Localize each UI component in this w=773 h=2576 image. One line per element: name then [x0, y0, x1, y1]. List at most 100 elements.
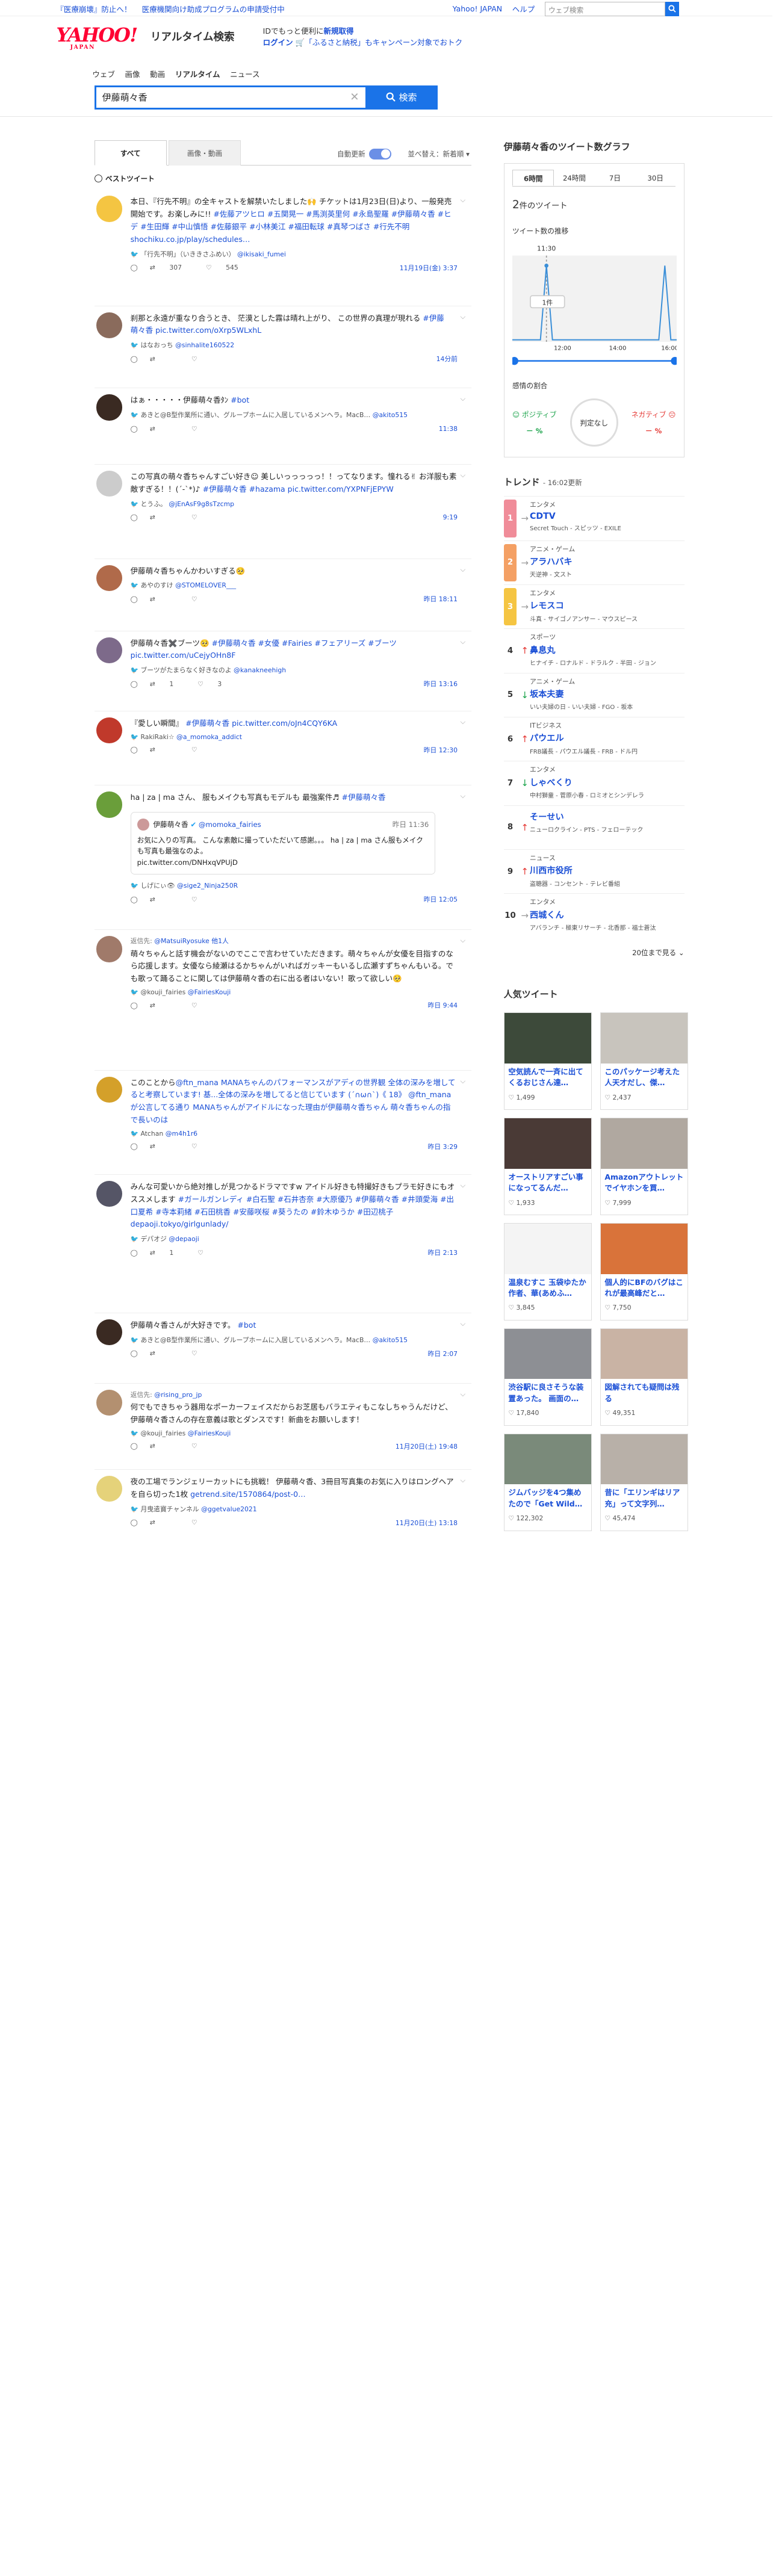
tweet-time[interactable]: 14分前 — [436, 354, 458, 364]
trend-item[interactable]: 3 → エンタメ レモスコ 斗真 - サイゴノアンサー - マウスピース — [503, 584, 685, 628]
retweet-button[interactable]: ⇄ — [150, 746, 179, 754]
like-button[interactable]: ♡ — [191, 1142, 222, 1150]
like-button[interactable]: ♡ — [191, 896, 222, 903]
trend-item[interactable]: 4 ↑ スポーツ 鼻息丸 ヒナイチ - ロナルド - ドラルク - 半田 - ジョン — [503, 628, 685, 672]
retweet-button[interactable]: ⇄ — [150, 355, 179, 363]
avatar[interactable] — [96, 1389, 123, 1416]
popular-tweet-card[interactable]: 図解されても疑問は残る ♡ 49,351 — [600, 1328, 689, 1426]
avatar[interactable] — [96, 312, 123, 338]
tweet-menu-chevron-icon[interactable]: ⌵ — [460, 1390, 465, 1399]
tweet-menu-chevron-icon[interactable]: ⌵ — [460, 1476, 465, 1485]
tweet-time[interactable]: 昨日 3:29 — [428, 1142, 458, 1151]
author-handle[interactable]: @ggetvalue2021 — [201, 1505, 257, 1513]
reply-handle[interactable]: @MatsuiRyosuke 他1人 — [154, 937, 229, 945]
author-name[interactable]: とうふ。 — [140, 500, 166, 508]
popular-tweet-card[interactable]: 渋谷駅に良さそうな装置あった。 画面の… ♡ 17,840 — [503, 1328, 592, 1426]
auto-update-toggle[interactable] — [369, 148, 391, 159]
reply-icon[interactable]: ◯ — [131, 680, 138, 688]
tweet-time[interactable]: 昨日 13:16 — [424, 679, 458, 689]
trend-item[interactable]: 2 → アニメ・ゲーム アラハバキ 天逆神 - 文スト — [503, 540, 685, 584]
graph-tab-30d[interactable]: 30日 — [635, 170, 675, 186]
trend-item[interactable]: 5 ↓ アニメ・ゲーム 坂本夫妻 いい夫婦の日 - いい夫婦 - FGO - 坂本 — [503, 672, 685, 717]
trend-keyword[interactable]: しゃべくり — [530, 776, 644, 788]
reply-icon[interactable]: ◯ — [131, 1519, 138, 1526]
yahoo-japan-link[interactable]: Yahoo! JAPAN — [453, 4, 502, 13]
popular-tweet-card[interactable]: 空気読んで一斉に出てくるおじさん達… ♡ 1,499 — [503, 1012, 592, 1110]
author-name[interactable]: あやのすけ — [140, 581, 173, 589]
web-search-button[interactable] — [665, 2, 680, 16]
graph-tab-6h[interactable]: 6時間 — [512, 169, 554, 187]
like-button[interactable]: ♡ — [191, 355, 222, 363]
retweet-button[interactable]: ⇄ — [150, 1142, 179, 1150]
retweet-button[interactable]: ⇄ — [150, 1002, 179, 1009]
author-handle[interactable]: @a_momoka_addict — [176, 733, 242, 741]
trend-item[interactable]: 8 ↑ そーせい ニューロクライン - PTS - フェローテック — [503, 805, 685, 849]
popular-tweet-card[interactable]: 個人的にBFのバグはこれが最高峰だと… ♡ 7,750 — [600, 1223, 689, 1321]
reply-icon[interactable]: ◯ — [131, 264, 138, 271]
reply-handle[interactable]: @rising_pro_jp — [154, 1391, 202, 1399]
trend-keyword[interactable]: 西城くん — [530, 909, 656, 921]
tweet-time[interactable]: 昨日 12:05 — [424, 894, 458, 904]
tweet-menu-chevron-icon[interactable]: ⌵ — [460, 637, 465, 646]
reply-icon[interactable]: ◯ — [131, 355, 138, 363]
trend-keyword[interactable]: 川西市役所 — [530, 864, 620, 876]
popular-tweet-card[interactable]: 温泉むすこ 玉袋ゆたか作者、華(あめふ… ♡ 3,845 — [503, 1223, 592, 1321]
author-name[interactable]: RakiRaki☆ — [140, 733, 174, 741]
trend-item[interactable]: 6 ↑ ITビジネス パウエル FRB議長 - パウエル議長 - FRB - ドル円 — [503, 716, 685, 761]
search-button[interactable]: 検索 — [365, 85, 438, 110]
like-button[interactable]: ♡ — [191, 595, 222, 603]
trend-item[interactable]: 10 → エンタメ 西城くん アバランチ - 極東リサーチ - 北香那 - 福士蒼汰 — [503, 893, 685, 937]
nav-video[interactable]: 動画 — [150, 68, 165, 79]
tweet-time[interactable]: 11月20日(土) 19:48 — [396, 1441, 458, 1451]
author-name[interactable]: デパオジ — [140, 1235, 166, 1243]
login-link[interactable]: ログイン — [263, 38, 293, 47]
tweet-count-chart[interactable]: 11:30 1件 12:00 14:00 16:00 — [510, 240, 679, 370]
range-slider-left-handle[interactable] — [510, 357, 519, 365]
nav-news[interactable]: ニュース — [230, 68, 259, 79]
like-button[interactable]: ♡ — [191, 746, 222, 754]
retweet-button[interactable]: ⇄ 1 — [150, 1249, 185, 1257]
like-button[interactable]: ♡ — [191, 1349, 222, 1357]
retweet-button[interactable]: ⇄ — [150, 1519, 179, 1526]
avatar[interactable] — [96, 791, 123, 818]
reply-icon[interactable]: ◯ — [131, 1002, 138, 1009]
like-button[interactable]: ♡ — [191, 1442, 222, 1450]
quoted-link[interactable]: pic.twitter.com/DNHxqVPUjD — [137, 857, 429, 868]
promo-link-2[interactable]: 医療機関向け助成プログラムの申請受付中 — [142, 5, 285, 14]
sort-select[interactable]: 並べ替え：新着順 ▾ — [408, 149, 470, 159]
tab-all[interactable]: すべて — [94, 140, 167, 166]
tweet-menu-chevron-icon[interactable]: ⌵ — [460, 565, 465, 574]
like-button[interactable]: ♡ — [191, 513, 222, 521]
reply-icon[interactable]: ◯ — [131, 425, 138, 433]
author-handle[interactable]: @akito515 — [373, 411, 408, 419]
retweet-button[interactable]: ⇄ — [150, 1349, 179, 1357]
tweet-menu-chevron-icon[interactable]: ⌵ — [460, 471, 465, 480]
avatar[interactable] — [96, 637, 123, 663]
like-button[interactable]: ♡ — [191, 1002, 222, 1009]
trend-keyword[interactable]: 鼻息丸 — [530, 644, 656, 656]
trend-item[interactable]: 1 → エンタメ CDTV Secret Touch - スピッツ - EXILE — [503, 496, 685, 540]
reply-icon[interactable]: ◯ — [131, 513, 138, 521]
nav-web[interactable]: ウェブ — [92, 68, 115, 79]
reply-icon[interactable]: ◯ — [131, 896, 138, 903]
avatar[interactable] — [96, 1475, 123, 1502]
tweet-menu-chevron-icon[interactable]: ⌵ — [460, 1077, 465, 1086]
chart-point[interactable] — [544, 264, 549, 268]
retweet-button[interactable]: ⇄ — [150, 425, 179, 433]
trend-keyword[interactable]: アラハバキ — [530, 556, 575, 568]
author-name[interactable]: 月曳遣寶チャンネル — [140, 1505, 199, 1513]
tweet-menu-chevron-icon[interactable]: ⌵ — [460, 791, 465, 800]
tweet-time[interactable]: 昨日 12:30 — [424, 745, 458, 755]
author-handle[interactable]: @depaoji — [169, 1235, 199, 1243]
tweet-time[interactable]: 11月20日(土) 13:18 — [396, 1518, 458, 1528]
clear-icon[interactable]: ✕ — [350, 91, 359, 104]
tab-media[interactable]: 画像・動画 — [168, 140, 241, 166]
retweet-button[interactable]: ⇄ — [150, 595, 179, 603]
avatar[interactable] — [96, 717, 123, 744]
avatar[interactable] — [96, 1180, 123, 1207]
author-handle[interactable]: @jEnAsF9g8sTzcmp — [169, 500, 234, 508]
tweet-menu-chevron-icon[interactable]: ⌵ — [460, 717, 465, 726]
author-name[interactable]: @kouji_fairies — [140, 988, 185, 996]
like-button[interactable]: ♡ 545 — [206, 264, 250, 271]
author-name[interactable]: 「行先不明」（いききさふめい） — [140, 250, 235, 258]
